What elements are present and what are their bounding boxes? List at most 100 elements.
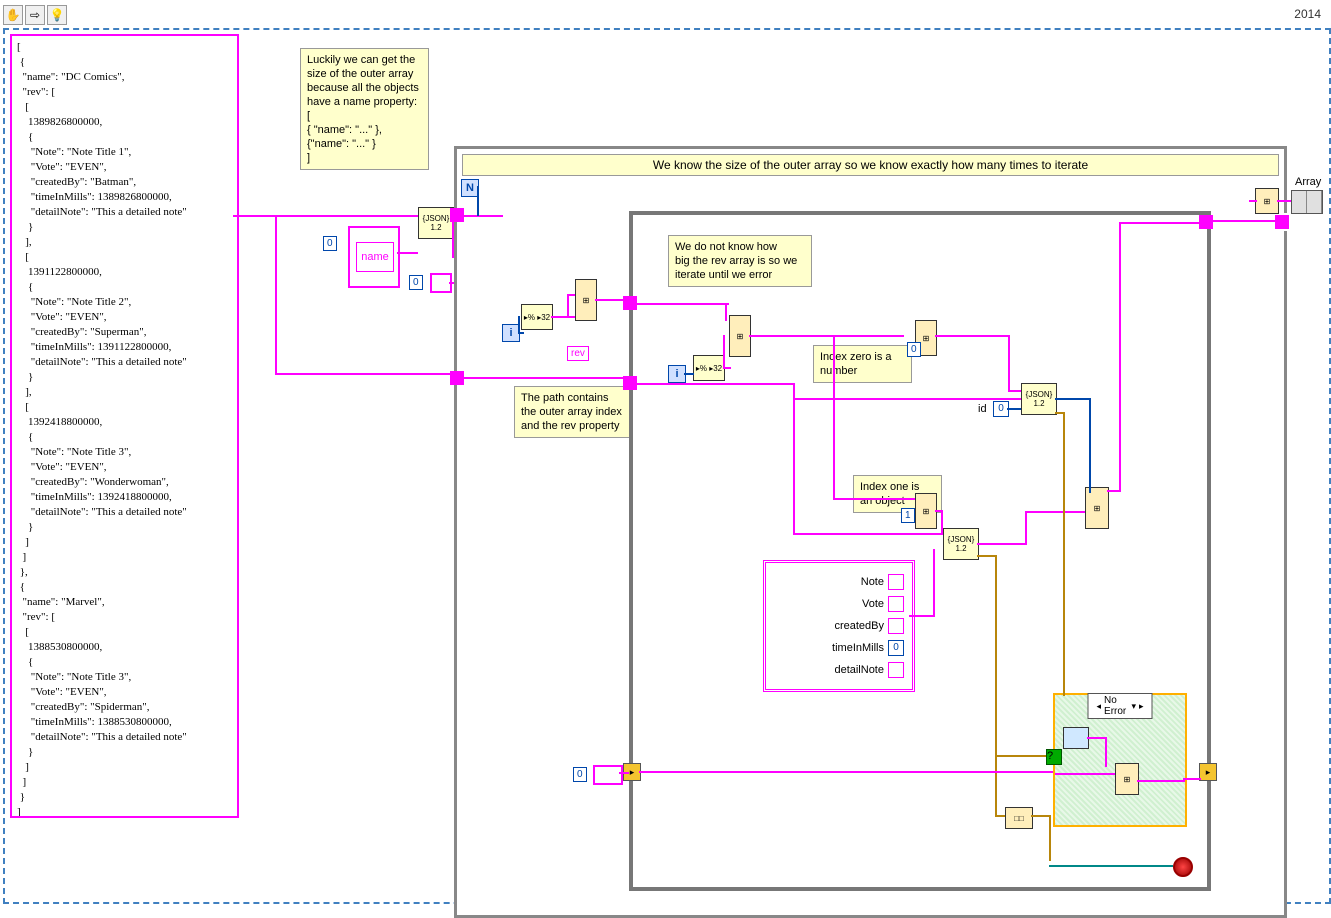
outer-for-loop[interactable]: We know the size of the outer array so w…: [454, 146, 1287, 918]
wire: [567, 294, 569, 316]
wire: [793, 533, 943, 535]
wire: [397, 252, 418, 254]
wire: [1031, 815, 1051, 817]
wire: [935, 335, 1010, 337]
comment-idx-zero: Index zero is a number: [813, 345, 912, 383]
labview-version-label: 2014: [1294, 7, 1321, 21]
wire: [1025, 511, 1027, 545]
wire: [1063, 412, 1065, 696]
wire: [725, 303, 727, 321]
wire: [275, 215, 277, 375]
cluster-type-constant[interactable]: Note Vote createdBy timeInMills0 detailN…: [763, 560, 915, 692]
wire: [463, 215, 503, 217]
wire: [977, 543, 1027, 545]
wire: [1055, 773, 1115, 775]
case-structure[interactable]: ◂ No Error ▾ ▸ ⊞: [1053, 693, 1187, 827]
wire: [723, 335, 725, 368]
cluster-field-vote: Vote: [862, 598, 884, 610]
wire: [1007, 408, 1021, 410]
wire: [833, 335, 835, 500]
unbundle-node[interactable]: [1063, 727, 1089, 749]
comment-path: The path contains the outer array index …: [514, 386, 643, 438]
build-array-output-inner[interactable]: ⊞: [1085, 487, 1109, 529]
case-dropdown-icon[interactable]: ▾: [1131, 701, 1136, 712]
wire: [637, 383, 793, 385]
wire: [941, 510, 943, 534]
format-into-string-node-inner[interactable]: ▸% ▸32: [693, 355, 725, 381]
case-next-icon[interactable]: ▸: [1139, 701, 1144, 712]
json-string-constant[interactable]: [ { "name": "DC Comics", "rev": [ [ 1389…: [10, 34, 239, 818]
tunnel-result-inner-out: [1199, 215, 1213, 229]
merge-errors-node[interactable]: □□: [1005, 807, 1033, 829]
note-field-icon: [888, 574, 904, 590]
block-diagram: [ { "name": "DC Comics", "rev": [ [ 1389…: [3, 28, 1331, 904]
constant-zero-c[interactable]: 0: [907, 342, 921, 357]
case-selector[interactable]: ◂ No Error ▾ ▸: [1088, 693, 1153, 719]
case-prev-icon[interactable]: ◂: [1097, 701, 1102, 712]
diagram-toolbar: ✋ ⇨ 💡: [3, 5, 67, 25]
build-array-append[interactable]: ⊞: [1115, 763, 1139, 795]
case-value: No Error: [1104, 695, 1128, 717]
constant-zero-e[interactable]: 0: [573, 767, 587, 782]
wire: [463, 377, 629, 379]
wire: [275, 373, 457, 375]
wire: [1183, 778, 1201, 780]
inner-while-loop[interactable]: We do not know how big the rev array is …: [629, 211, 1211, 891]
wire: [995, 555, 997, 815]
array-constant-frame[interactable]: name: [348, 226, 400, 288]
comment-note-1: Luckily we can get the size of the outer…: [300, 48, 429, 170]
empty-array-constant-bottom[interactable]: [593, 765, 623, 785]
output-concat-node[interactable]: ⊞: [1255, 188, 1279, 214]
wire: [995, 815, 1005, 817]
wire: [1119, 222, 1201, 224]
wire: [518, 316, 520, 333]
wire: [909, 615, 934, 617]
wire: [933, 549, 935, 617]
timeinmills-field-icon: 0: [888, 640, 904, 656]
wire: [1049, 865, 1173, 867]
wire: [833, 498, 915, 500]
highlight-tool-icon[interactable]: 💡: [47, 5, 67, 25]
shift-register-right: ▸: [1199, 763, 1217, 781]
name-path-constant[interactable]: name: [356, 242, 394, 272]
array-indicator-terminal[interactable]: [1291, 190, 1323, 214]
outer-loop-comment: We know the size of the outer array so w…: [462, 154, 1279, 176]
wire: [551, 316, 575, 318]
wire: [1277, 200, 1291, 202]
tunnel-names-in: [450, 208, 464, 222]
wire: [793, 398, 1021, 400]
wire: [1055, 398, 1091, 400]
tunnel-result-out: [1273, 213, 1291, 231]
arrow-tool-icon[interactable]: ⇨: [25, 5, 45, 25]
build-array-node-inner[interactable]: ⊞: [729, 315, 751, 357]
wire: [637, 303, 729, 305]
wire: [749, 335, 904, 337]
constant-zero-b[interactable]: 0: [409, 275, 423, 290]
tunnel-path-in: [623, 296, 637, 310]
cluster-field-timeinmills: timeInMills: [832, 642, 884, 654]
pan-tool-icon[interactable]: ✋: [3, 5, 23, 25]
wire: [1209, 220, 1275, 222]
wire: [619, 772, 629, 774]
rev-path-constant[interactable]: rev: [567, 346, 589, 361]
wire: [793, 383, 795, 533]
wire: [995, 755, 1053, 757]
wire: [1107, 490, 1121, 492]
json-unflatten-node-outer[interactable]: {JSON} 1.2: [418, 207, 454, 239]
format-into-string-node-outer[interactable]: ▸% ▸32: [521, 304, 553, 330]
wire: [684, 373, 694, 375]
wire: [477, 186, 479, 216]
tunnel-json-in-inner: [623, 376, 637, 390]
build-array-node-outer[interactable]: ⊞: [575, 279, 597, 321]
wire: [1087, 737, 1107, 739]
json-unflatten-idx0[interactable]: {JSON} 1.2: [1021, 383, 1057, 415]
wire: [1249, 200, 1257, 202]
constant-one[interactable]: 1: [901, 508, 915, 523]
wire: [1119, 222, 1121, 490]
json-unflatten-idx1[interactable]: {JSON} 1.2: [943, 528, 979, 560]
cluster-field-note: Note: [861, 576, 884, 588]
vote-field-icon: [888, 596, 904, 612]
wire: [1105, 737, 1107, 767]
build-array-idx1[interactable]: ⊞: [915, 493, 937, 529]
constant-zero-a[interactable]: 0: [323, 236, 337, 251]
